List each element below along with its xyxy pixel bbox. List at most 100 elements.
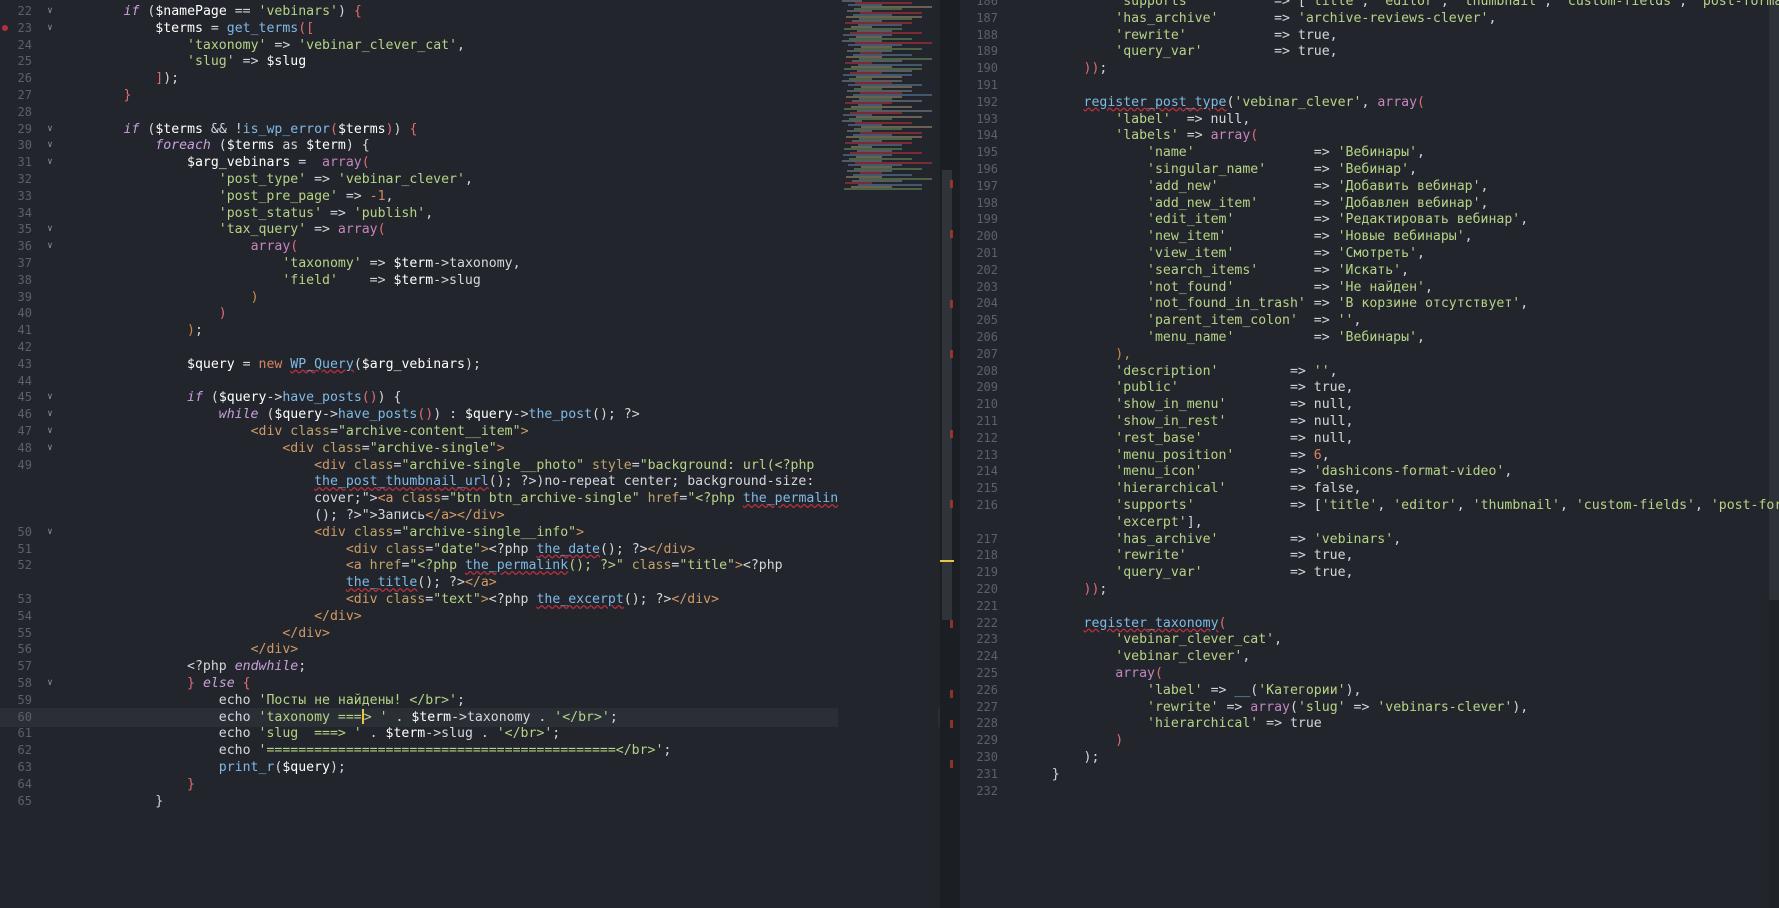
code-token: the_permalink <box>742 491 847 507</box>
code-token: print_r <box>218 760 275 775</box>
scroll-error-mark <box>950 760 953 768</box>
code-line[interactable]: 65 } <box>0 792 940 811</box>
code-token: , <box>1424 279 1433 295</box>
code-token: class <box>385 541 426 557</box>
code-token: ; <box>298 659 307 675</box>
code-token: , <box>1544 0 1560 9</box>
code-token: => <box>1218 363 1314 379</box>
code-token: array <box>337 222 378 238</box>
minimap-line <box>844 188 922 190</box>
code-token: , <box>1393 531 1402 547</box>
code-token: ( <box>258 407 275 423</box>
code-token: => <box>1178 128 1211 144</box>
code-token: $slug <box>266 54 307 70</box>
code-token: 'Искать' <box>1337 262 1402 278</box>
scroll-error-mark <box>950 300 953 308</box>
code-line[interactable]: 232 <box>960 782 1779 801</box>
code-token: "<?php <box>687 491 743 507</box>
code-token: 'not_found' <box>1147 279 1235 295</box>
code-token: ) <box>250 289 259 305</box>
code-token: => true, <box>1202 44 1338 60</box>
code-token: ( <box>377 222 386 238</box>
code-token: => <box>1258 195 1338 211</box>
code-token: { <box>242 676 251 691</box>
code-token: = <box>290 155 323 171</box>
code-token: (); ?> <box>599 541 648 557</box>
code-token: $query <box>187 356 235 372</box>
code-token: => <box>322 205 354 221</box>
code-token: __ <box>1234 682 1251 698</box>
code-token: "date" <box>433 541 481 557</box>
code-token: ); <box>163 71 180 87</box>
code-token: => <box>1218 531 1314 547</box>
code-token: array <box>1115 666 1155 681</box>
code-token: 'query_var' <box>1115 44 1203 60</box>
code-token: = <box>631 457 640 473</box>
breakpoint-icon[interactable] <box>2 24 8 31</box>
editor-pane-right[interactable]: 186 'supports' => ['title', 'editor', 't… <box>960 0 1779 908</box>
editor-pane-left[interactable]: 22 ∨ if ($namePage == 'vebinars') {23 ∨ $t… <box>0 0 940 908</box>
code-token: href <box>369 558 402 574</box>
code-token: => <box>337 272 394 288</box>
code-text[interactable]: } <box>60 792 163 811</box>
code-token: $terms <box>226 138 275 154</box>
code-token: 'query_var' <box>1115 565 1203 581</box>
code-token: ; <box>1099 582 1108 597</box>
code-token: 'vebinars' <box>258 4 338 19</box>
line-number[interactable]: 232 <box>960 782 998 801</box>
line-number[interactable]: 65 <box>0 792 32 811</box>
code-token: 'Вебинары' <box>1337 330 1418 345</box>
code-token: 'vebinar_clever_cat' <box>1115 632 1275 648</box>
code-token: "text" <box>433 592 481 607</box>
scroll-error-mark <box>950 720 953 728</box>
code-token: 'slug' <box>1297 699 1346 715</box>
code-token: 'Вебинары' <box>1337 145 1418 161</box>
code-token: && ! <box>202 121 243 137</box>
code-token: '' <box>1313 363 1330 379</box>
code-token: (); ?>" <box>568 558 624 574</box>
code-token: 'Вебинар' <box>1337 162 1410 177</box>
code-token: array <box>250 239 291 255</box>
code-token: <div <box>314 457 346 473</box>
code-token: > <box>734 558 743 574</box>
code-token: 'Смотреть' <box>1337 246 1418 261</box>
code-token: $terms <box>155 121 203 137</box>
code-token: => <box>1226 229 1338 245</box>
code-token: )) <box>1083 582 1100 597</box>
minimap[interactable] <box>838 0 938 908</box>
code-token: class <box>401 491 442 507</box>
code-token: $query <box>282 760 330 775</box>
code-token: => <box>361 256 394 271</box>
code-token: 'add_new' <box>1147 178 1219 194</box>
code-token: => <box>1218 178 1338 194</box>
code-token: $term <box>306 138 346 154</box>
code-token: (); ?> <box>417 575 465 591</box>
code-token: 'custom-fields' <box>1575 498 1695 513</box>
code-token: , <box>1464 229 1473 245</box>
code-token: 'show_in_rest' <box>1115 414 1227 429</box>
code-token: , <box>1456 498 1473 513</box>
code-token: = <box>202 20 227 36</box>
code-token: 'post_status' <box>218 205 323 221</box>
code-token: , <box>1480 195 1489 211</box>
code-token: 'rest_base' <box>1115 430 1203 446</box>
code-token: -> <box>512 407 529 423</box>
code-token: => <box>1194 145 1338 161</box>
code-token: => [ <box>1194 498 1322 513</box>
code-token: ( <box>139 121 156 137</box>
code-token: ; <box>552 726 561 742</box>
